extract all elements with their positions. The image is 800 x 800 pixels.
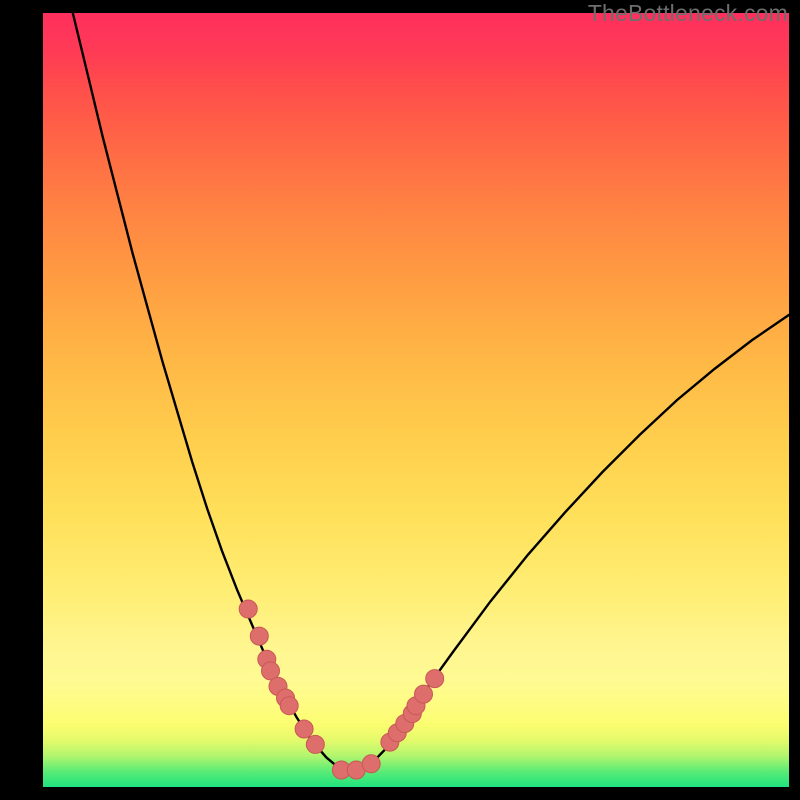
curve-marker	[239, 600, 257, 618]
bottleneck-curve	[73, 13, 789, 770]
watermark-text: TheBottleneck.com	[588, 0, 788, 27]
curve-marker	[306, 735, 324, 753]
curve-marker	[415, 685, 433, 703]
curve-marker	[250, 627, 268, 645]
curve-marker	[426, 670, 444, 688]
curve-marker	[295, 720, 313, 738]
chart-frame: TheBottleneck.com	[0, 0, 800, 800]
chart-svg	[43, 13, 789, 787]
marker-layer	[239, 600, 444, 779]
curve-layer	[73, 13, 789, 770]
curve-marker	[280, 697, 298, 715]
curve-marker	[362, 755, 380, 773]
